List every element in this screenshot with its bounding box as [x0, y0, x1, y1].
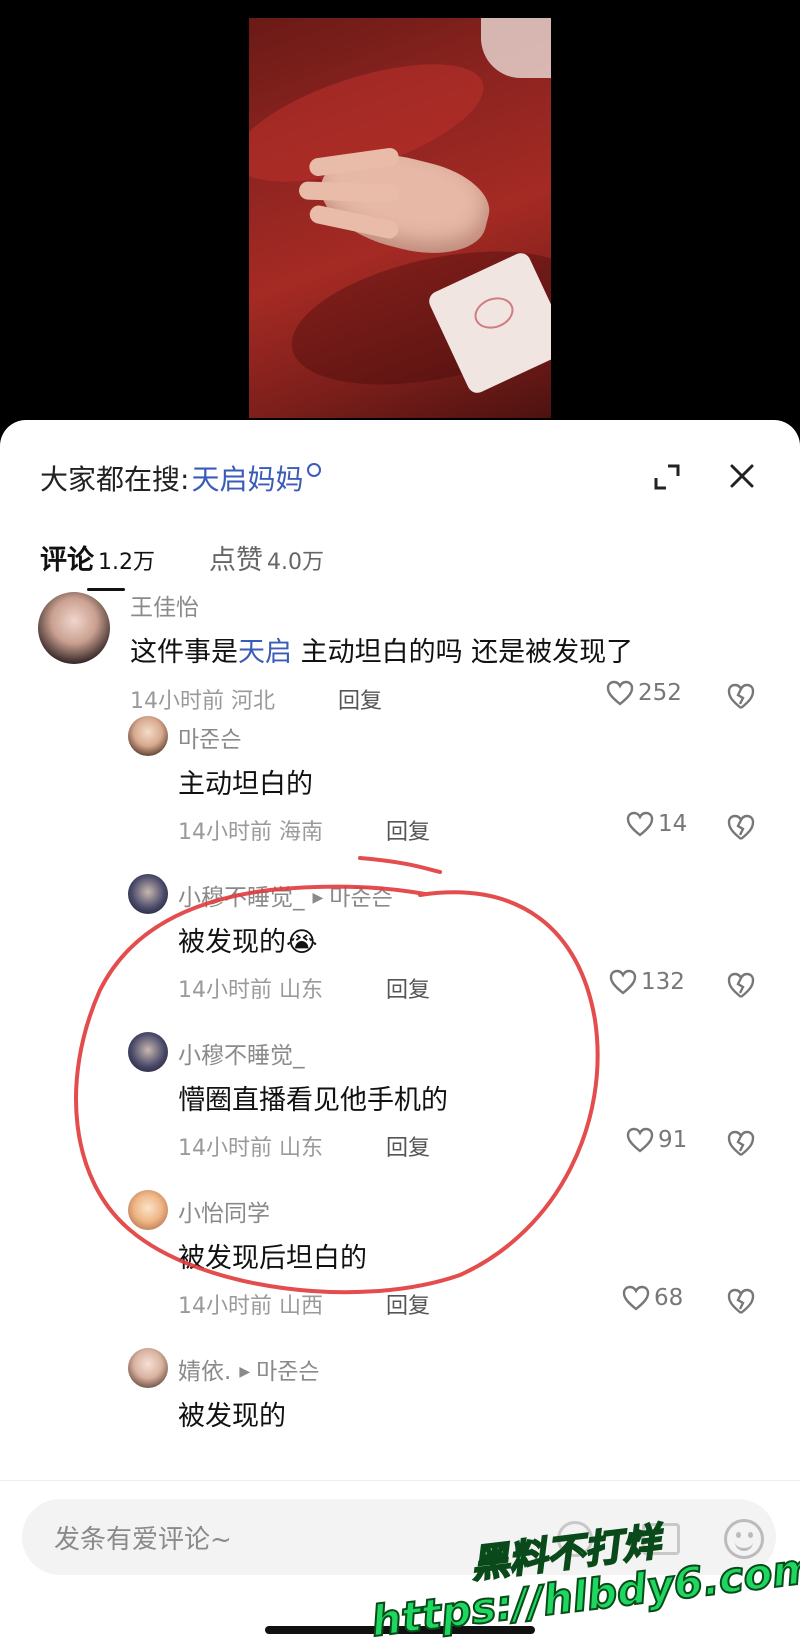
comment-meta: 14小时前 山东 — [178, 978, 324, 1003]
broken-heart-icon[interactable] — [726, 813, 756, 841]
close-icon[interactable] — [728, 462, 756, 490]
avatar[interactable] — [128, 716, 168, 756]
comment-meta: 14小时前 河北 — [130, 689, 276, 714]
expand-icon[interactable] — [654, 464, 680, 490]
like-button[interactable]: 91 — [626, 1127, 687, 1153]
comment-meta: 14小时前 山东 — [178, 1136, 324, 1161]
tab-likes[interactable]: 点赞 4.0万 — [209, 538, 324, 577]
reply-button[interactable]: 回复 — [386, 814, 430, 846]
avatar[interactable] — [128, 1348, 168, 1388]
reply-button[interactable]: 回复 — [338, 683, 382, 715]
comment-text: 这件事是天启 主动坦白的吗 还是被发现了 — [130, 637, 634, 668]
comment-text: 被发现的 — [178, 1401, 286, 1432]
heart-icon — [622, 1285, 650, 1311]
comment-input-placeholder: 发条有爱评论~ — [54, 1525, 232, 1555]
like-button[interactable]: 132 — [609, 969, 685, 995]
reply-arrow-icon: ▶ — [239, 1364, 251, 1380]
heart-icon — [606, 680, 634, 706]
avatar[interactable] — [128, 874, 168, 914]
comment-username[interactable]: 小穆不睡觉_ — [178, 1036, 305, 1070]
tab-comments[interactable]: 评论 1.2万 — [40, 538, 155, 577]
reply-button[interactable]: 回复 — [386, 972, 430, 1004]
heart-icon — [609, 969, 637, 995]
comment-tabs: 评论 1.2万 点赞 4.0万 — [40, 538, 378, 577]
like-count: 252 — [638, 680, 682, 706]
broken-heart-icon[interactable] — [726, 1129, 756, 1157]
like-count: 68 — [654, 1285, 684, 1311]
video-frame — [249, 18, 551, 418]
like-button[interactable]: 14 — [626, 811, 687, 837]
comment-meta: 14小时前 海南 — [178, 820, 324, 845]
comment-username[interactable]: 王佳怡 — [130, 588, 199, 622]
broken-heart-icon[interactable] — [726, 1287, 756, 1315]
comment-text: 被发现的😭 — [178, 927, 318, 958]
reply-button[interactable]: 回复 — [386, 1288, 430, 1320]
like-button[interactable]: 68 — [622, 1285, 683, 1311]
search-suggestion[interactable]: 大家都在搜: 天启妈妈 — [40, 458, 322, 498]
comment-username[interactable]: 小穆不睡觉_ ▶ 마준슨 — [178, 878, 393, 912]
comment-text: 被发现后坦白的 — [178, 1243, 367, 1274]
search-icon — [307, 463, 322, 477]
heart-icon — [626, 1127, 654, 1153]
avatar[interactable] — [128, 1032, 168, 1072]
like-count: 132 — [641, 969, 685, 995]
avatar[interactable] — [128, 1190, 168, 1230]
avatar[interactable] — [38, 592, 110, 664]
tab-underline — [87, 588, 125, 591]
reply-arrow-icon: ▶ — [312, 890, 324, 906]
like-count: 14 — [658, 811, 688, 837]
search-keyword[interactable]: 天启妈妈 — [191, 458, 303, 498]
comment-username[interactable]: 小怡同学 — [178, 1194, 270, 1228]
comment-keyword-link[interactable]: 天启 — [238, 637, 292, 668]
video-player[interactable] — [0, 0, 800, 440]
reply-button[interactable]: 回复 — [386, 1130, 430, 1162]
comment-username[interactable]: 마준슨 — [178, 720, 241, 754]
comment-meta: 14小时前 山西 — [178, 1294, 324, 1319]
comment-text: 主动坦白的 — [178, 769, 313, 800]
broken-heart-icon[interactable] — [726, 971, 756, 999]
search-prefix: 大家都在搜: — [40, 463, 190, 496]
like-count: 91 — [658, 1127, 688, 1153]
comment-panel: 大家都在搜: 天启妈妈 评论 1.2万 点赞 4.0万 王佳怡 这件事是天启 主… — [0, 420, 800, 1651]
heart-icon — [626, 811, 654, 837]
comment-username[interactable]: 婧依. ▶ 마준슨 — [178, 1352, 320, 1386]
broken-heart-icon[interactable] — [726, 682, 756, 710]
like-button[interactable]: 252 — [606, 680, 682, 706]
comment-text: 懵圈直播看见他手机的 — [178, 1085, 448, 1116]
